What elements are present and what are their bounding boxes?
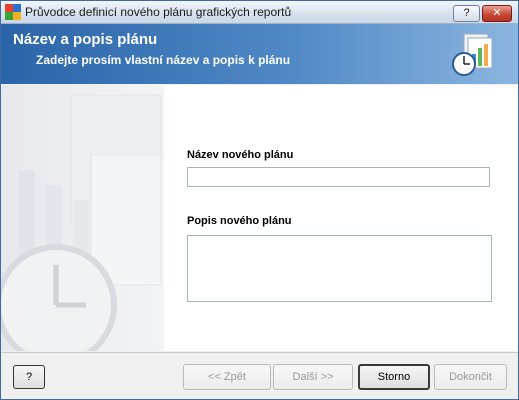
plan-description-label: Popis nového plánu bbox=[187, 215, 292, 227]
plan-name-input[interactable] bbox=[187, 167, 490, 187]
window-title: Průvodce definicí nového plánu grafickýc… bbox=[25, 5, 292, 19]
side-illustration bbox=[1, 85, 164, 351]
watermark-clock-chart-icon bbox=[1, 94, 162, 351]
avg-logo-icon bbox=[5, 4, 21, 20]
cancel-button[interactable]: Storno bbox=[358, 364, 430, 390]
plan-description-textarea[interactable] bbox=[187, 235, 492, 302]
finish-button[interactable]: Dokončit bbox=[434, 364, 507, 390]
back-button[interactable]: << Zpět bbox=[183, 364, 271, 390]
wizard-footer: ? << Zpět Další >> Storno Dokončit bbox=[1, 353, 518, 399]
title-bar[interactable]: Průvodce definicí nového plánu grafickýc… bbox=[1, 1, 518, 24]
wizard-content: Název nového plánu Popis nového plánu bbox=[1, 85, 518, 351]
report-schedule-icon bbox=[452, 33, 493, 76]
next-button[interactable]: Další >> bbox=[273, 364, 353, 390]
help-button[interactable]: ? bbox=[13, 365, 45, 389]
wizard-header: Název a popis plánu Zadejte prosím vlast… bbox=[1, 24, 518, 84]
page-subtitle: Zadejte prosím vlastní název a popis k p… bbox=[36, 53, 291, 67]
wizard-window: Průvodce definicí nového plánu grafickýc… bbox=[0, 0, 519, 400]
page-title: Název a popis plánu bbox=[13, 31, 158, 48]
close-button[interactable]: ✕ bbox=[482, 5, 512, 22]
title-help-button[interactable]: ? bbox=[453, 5, 480, 22]
plan-name-label: Název nového plánu bbox=[187, 149, 294, 161]
